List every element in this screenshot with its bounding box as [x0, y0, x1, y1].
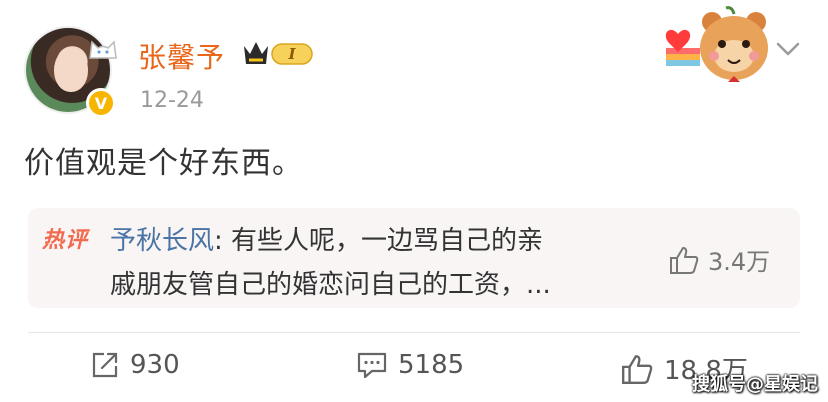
verified-badge-icon: V	[86, 88, 116, 118]
post-timestamp: 12-24	[140, 88, 204, 113]
crown-vip-badge-icon: I	[244, 42, 313, 65]
thumbs-up-icon	[670, 246, 699, 274]
cat-decoration-icon	[89, 40, 117, 59]
hot-comment-like-count: 3.4万	[708, 248, 771, 276]
hot-comment-tag: 热评	[42, 228, 89, 253]
hot-comment-text-1: : 有些人呢，一边骂自己的亲	[214, 226, 544, 256]
comment-button[interactable]: 5185	[356, 350, 464, 380]
hot-comment-line-2: 戚朋友管自己的婚恋问自己的工资，...	[110, 270, 551, 300]
bear-heart-decoration-icon	[665, 6, 768, 82]
post-content: 价值观是个好东西。	[24, 146, 303, 181]
hot-comment-box[interactable]: 热评 予秋长风: 有些人呢，一边骂自己的亲 戚朋友管自己的婚恋问自己的工资，..…	[28, 208, 800, 308]
comment-count: 5185	[398, 350, 465, 380]
divider	[28, 332, 800, 333]
repost-button[interactable]: 930	[90, 350, 180, 380]
repost-count: 930	[130, 350, 180, 380]
weibo-post: V 张馨予 I 12-24 价值观是个好东西。 热评 予秋长风: 有些人呢，一边…	[0, 0, 828, 402]
chevron-down-icon[interactable]	[774, 36, 802, 60]
avatar[interactable]: V	[24, 26, 118, 120]
hot-comment-like-button[interactable]: 3.4万	[668, 242, 770, 277]
username[interactable]: 张馨予	[138, 36, 225, 76]
repost-icon	[92, 352, 118, 378]
vip-level-text: I	[287, 45, 296, 63]
comment-icon	[357, 352, 387, 379]
watermark: 搜狐号@星娱记	[692, 374, 818, 395]
avatar-face	[54, 48, 88, 92]
commenter-name[interactable]: 予秋长风	[110, 226, 214, 256]
thumbs-up-icon	[622, 354, 653, 384]
hot-comment-line-1: 予秋长风: 有些人呢，一边骂自己的亲	[110, 220, 543, 257]
